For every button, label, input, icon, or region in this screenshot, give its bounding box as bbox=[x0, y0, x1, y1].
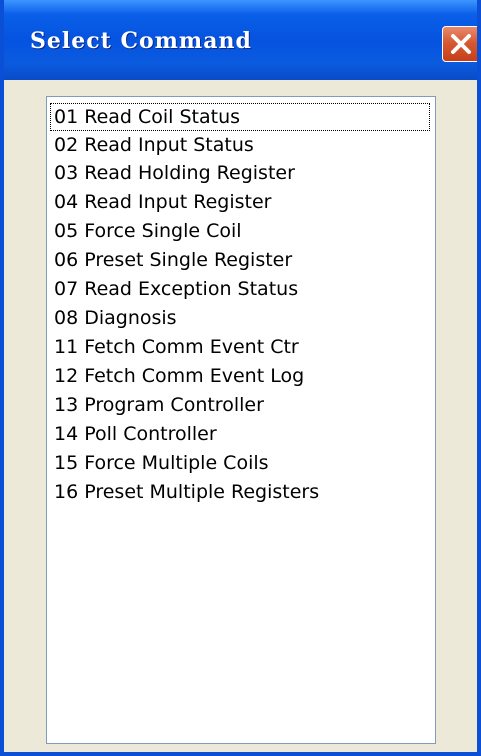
list-item-05[interactable]: 05 Force Single Coil bbox=[50, 217, 242, 245]
list-item-01[interactable]: 01 Read Coil Status bbox=[50, 103, 430, 131]
dialog-body: 01 Read Coil Status 02 Read Input Status… bbox=[4, 80, 477, 752]
list-item-16[interactable]: 16 Preset Multiple Registers bbox=[50, 478, 319, 506]
list-item-13[interactable]: 13 Program Controller bbox=[50, 391, 264, 419]
list-item-12[interactable]: 12 Fetch Comm Event Log bbox=[50, 362, 304, 390]
list-item-08[interactable]: 08 Diagnosis bbox=[50, 304, 177, 332]
close-button[interactable] bbox=[442, 26, 477, 62]
list-item-15[interactable]: 15 Force Multiple Coils bbox=[50, 449, 269, 477]
list-item-06[interactable]: 06 Preset Single Register bbox=[50, 246, 292, 274]
title-bar[interactable]: Select Command bbox=[4, 0, 477, 80]
list-item-07[interactable]: 07 Read Exception Status bbox=[50, 275, 298, 303]
command-list[interactable]: 01 Read Coil Status 02 Read Input Status… bbox=[46, 96, 436, 744]
list-item-04[interactable]: 04 Read Input Register bbox=[50, 188, 271, 216]
window-title: Select Command bbox=[30, 28, 252, 54]
list-item-02[interactable]: 02 Read Input Status bbox=[50, 131, 254, 159]
list-item-14[interactable]: 14 Poll Controller bbox=[50, 420, 217, 448]
select-command-dialog: Select Command 01 Read Coil Status 02 Re… bbox=[0, 0, 481, 756]
close-icon bbox=[451, 34, 471, 54]
list-item-03[interactable]: 03 Read Holding Register bbox=[50, 159, 295, 187]
list-item-11[interactable]: 11 Fetch Comm Event Ctr bbox=[50, 333, 299, 361]
